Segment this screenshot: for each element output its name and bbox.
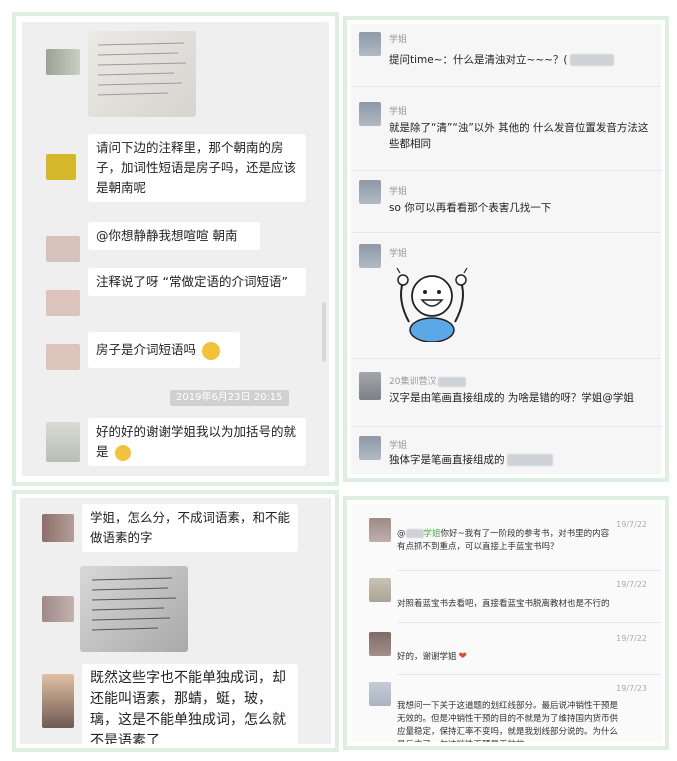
panel-top-right: 学姐 提问time~：什么是清浊对立~~~？( 学姐 就是除了“清”“浊”以外 … — [343, 16, 669, 482]
panel-bottom-right: 19/7/22 @ 学姐你好~我有了一阶段的参考书，对书里的内容有点抓不到重点，可… — [343, 496, 669, 750]
avatar[interactable] — [359, 180, 381, 204]
chat-area: 请问下边的注释里，那个朝南的房子，加词性短语是房子吗，还是应该是朝南呢 @你想静… — [22, 22, 329, 476]
avatar[interactable] — [46, 154, 76, 180]
message-bubble: @你想静静我想喧喧 朝南 — [88, 222, 260, 250]
message-bubble: 学姐，怎么分，不成词语素，和不能做语素的字 — [82, 504, 298, 552]
heart-icon: ❤ — [458, 651, 467, 662]
sender-name: 学姐 — [389, 35, 408, 45]
avatar[interactable] — [359, 32, 381, 56]
avatar[interactable] — [42, 674, 74, 728]
laughing-emoji-icon — [114, 444, 131, 461]
timestamp: 2019年6月23日 20:15 — [170, 390, 289, 406]
avatar[interactable] — [359, 244, 381, 268]
avatar[interactable] — [369, 518, 391, 542]
avatar[interactable] — [359, 372, 381, 400]
avatar[interactable] — [369, 632, 391, 656]
sticker-figure-icon — [396, 267, 468, 343]
message-bubble: 注释说了呀 “常做定语的介词短语” — [88, 268, 306, 296]
message-bubble: 好的好的谢谢学姐我以为加括号的就是 — [88, 418, 306, 466]
avatar[interactable] — [46, 422, 80, 462]
avatar[interactable] — [46, 344, 80, 370]
sender-name: 学姐 — [389, 249, 408, 259]
message-bubble: 房子是介词短语吗 — [88, 332, 240, 368]
redacted-block — [438, 376, 467, 387]
comment-date: 19/7/23 — [616, 684, 647, 693]
avatar[interactable] — [359, 102, 381, 126]
comment-text: @ 学姐你好~我有了一阶段的参考书，对书里的内容有点抓不到重点，可以直接上手蓝宝书… — [397, 529, 610, 552]
redacted-block — [569, 54, 614, 66]
divider — [351, 358, 661, 359]
comment-date: 19/7/22 — [616, 580, 647, 589]
comment-content: 好的，谢谢学姐 — [397, 652, 457, 662]
message-text: so 你可以再看看那个表害几找一下 — [389, 202, 552, 214]
panel-bottom-left: 学姐，怎么分，不成词语素，和不能做语素的字 既然这些字也不能单独成词，却还能叫语… — [12, 490, 339, 752]
comment-text: 好的，谢谢学姐 ❤ — [397, 650, 467, 664]
divider — [351, 170, 661, 171]
message-text: 独体字是笔画直接组成的 — [389, 452, 553, 468]
avatar[interactable] — [42, 514, 74, 542]
comment-date: 19/7/22 — [616, 520, 647, 529]
photo-lines — [97, 42, 187, 96]
photo-thumbnail[interactable] — [80, 566, 188, 652]
sender-name: 20集训营汉 — [389, 374, 467, 387]
divider — [397, 622, 661, 623]
scrollbar[interactable] — [322, 302, 326, 362]
sender-name: 学姐 — [389, 187, 408, 197]
comment-date: 19/7/22 — [616, 634, 647, 643]
avatar[interactable] — [369, 578, 391, 602]
avatar[interactable] — [46, 236, 80, 262]
group-chat-area: 学姐 提问time~：什么是清浊对立~~~？( 学姐 就是除了“清”“浊”以外 … — [351, 24, 661, 474]
comment-text: 我想问一下关于这道题的划红线部分。最后说冲销性干预是无效的。但是冲销性干预的目的… — [397, 701, 619, 742]
avatar[interactable] — [46, 49, 80, 75]
message-text: 提问time~：什么是清浊对立~~~？( — [389, 52, 614, 68]
divider — [397, 674, 661, 675]
divider — [351, 426, 661, 427]
chat-area: 学姐，怎么分，不成词语素，和不能做语素的字 既然这些字也不能单独成词，却还能叫语… — [20, 498, 331, 744]
message-text: 房子是介词短语吗 — [96, 342, 197, 357]
redacted-block — [405, 529, 424, 538]
photo-lines — [91, 577, 177, 631]
message-bubble: 既然这些字也不能单独成词，却还能叫语素，那蜻，蜓，玻，璃，这是不能单独成词，怎么… — [82, 664, 298, 744]
message-content: 提问time~：什么是清浊对立~~~？( — [389, 54, 568, 66]
avatar[interactable] — [369, 682, 391, 706]
redacted-block — [506, 454, 553, 466]
divider — [351, 86, 661, 87]
message-text: 汉字是由笔画直接组成的 为啥是错的呀？学姐@学姐 — [389, 392, 634, 404]
avatar[interactable] — [42, 596, 74, 622]
photo-thumbnail[interactable] — [88, 31, 196, 117]
panel-top-left: 请问下边的注释里，那个朝南的房子，加词性短语是房子吗，还是应该是朝南呢 @你想静… — [12, 12, 339, 486]
avatar[interactable] — [359, 436, 381, 460]
message-content: 独体字是笔画直接组成的 — [389, 454, 505, 466]
avatar[interactable] — [46, 290, 80, 316]
comment-list: 19/7/22 @ 学姐你好~我有了一阶段的参考书，对书里的内容有点抓不到重点，可… — [351, 504, 661, 742]
divider — [351, 232, 661, 233]
mention-link[interactable]: 学姐 — [424, 529, 441, 539]
divider — [397, 570, 661, 571]
sender-name: 学姐 — [389, 441, 408, 451]
message-bubble: 请问下边的注释里，那个朝南的房子，加词性短语是房子吗，还是应该是朝南呢 — [88, 134, 306, 202]
laughing-emoji-icon — [202, 341, 220, 360]
cheering-sticker[interactable] — [391, 260, 473, 343]
comment-text: 对照着蓝宝书去看吧，直接看蓝宝书脱离教材也是不行的 — [397, 599, 610, 609]
sender-name: 学姐 — [389, 107, 408, 117]
sender-name-text: 20集训营汉 — [389, 377, 437, 387]
message-text: 就是除了“清”“浊”以外 其他的 什么发音位置发音方法这些都相同 — [389, 122, 649, 150]
